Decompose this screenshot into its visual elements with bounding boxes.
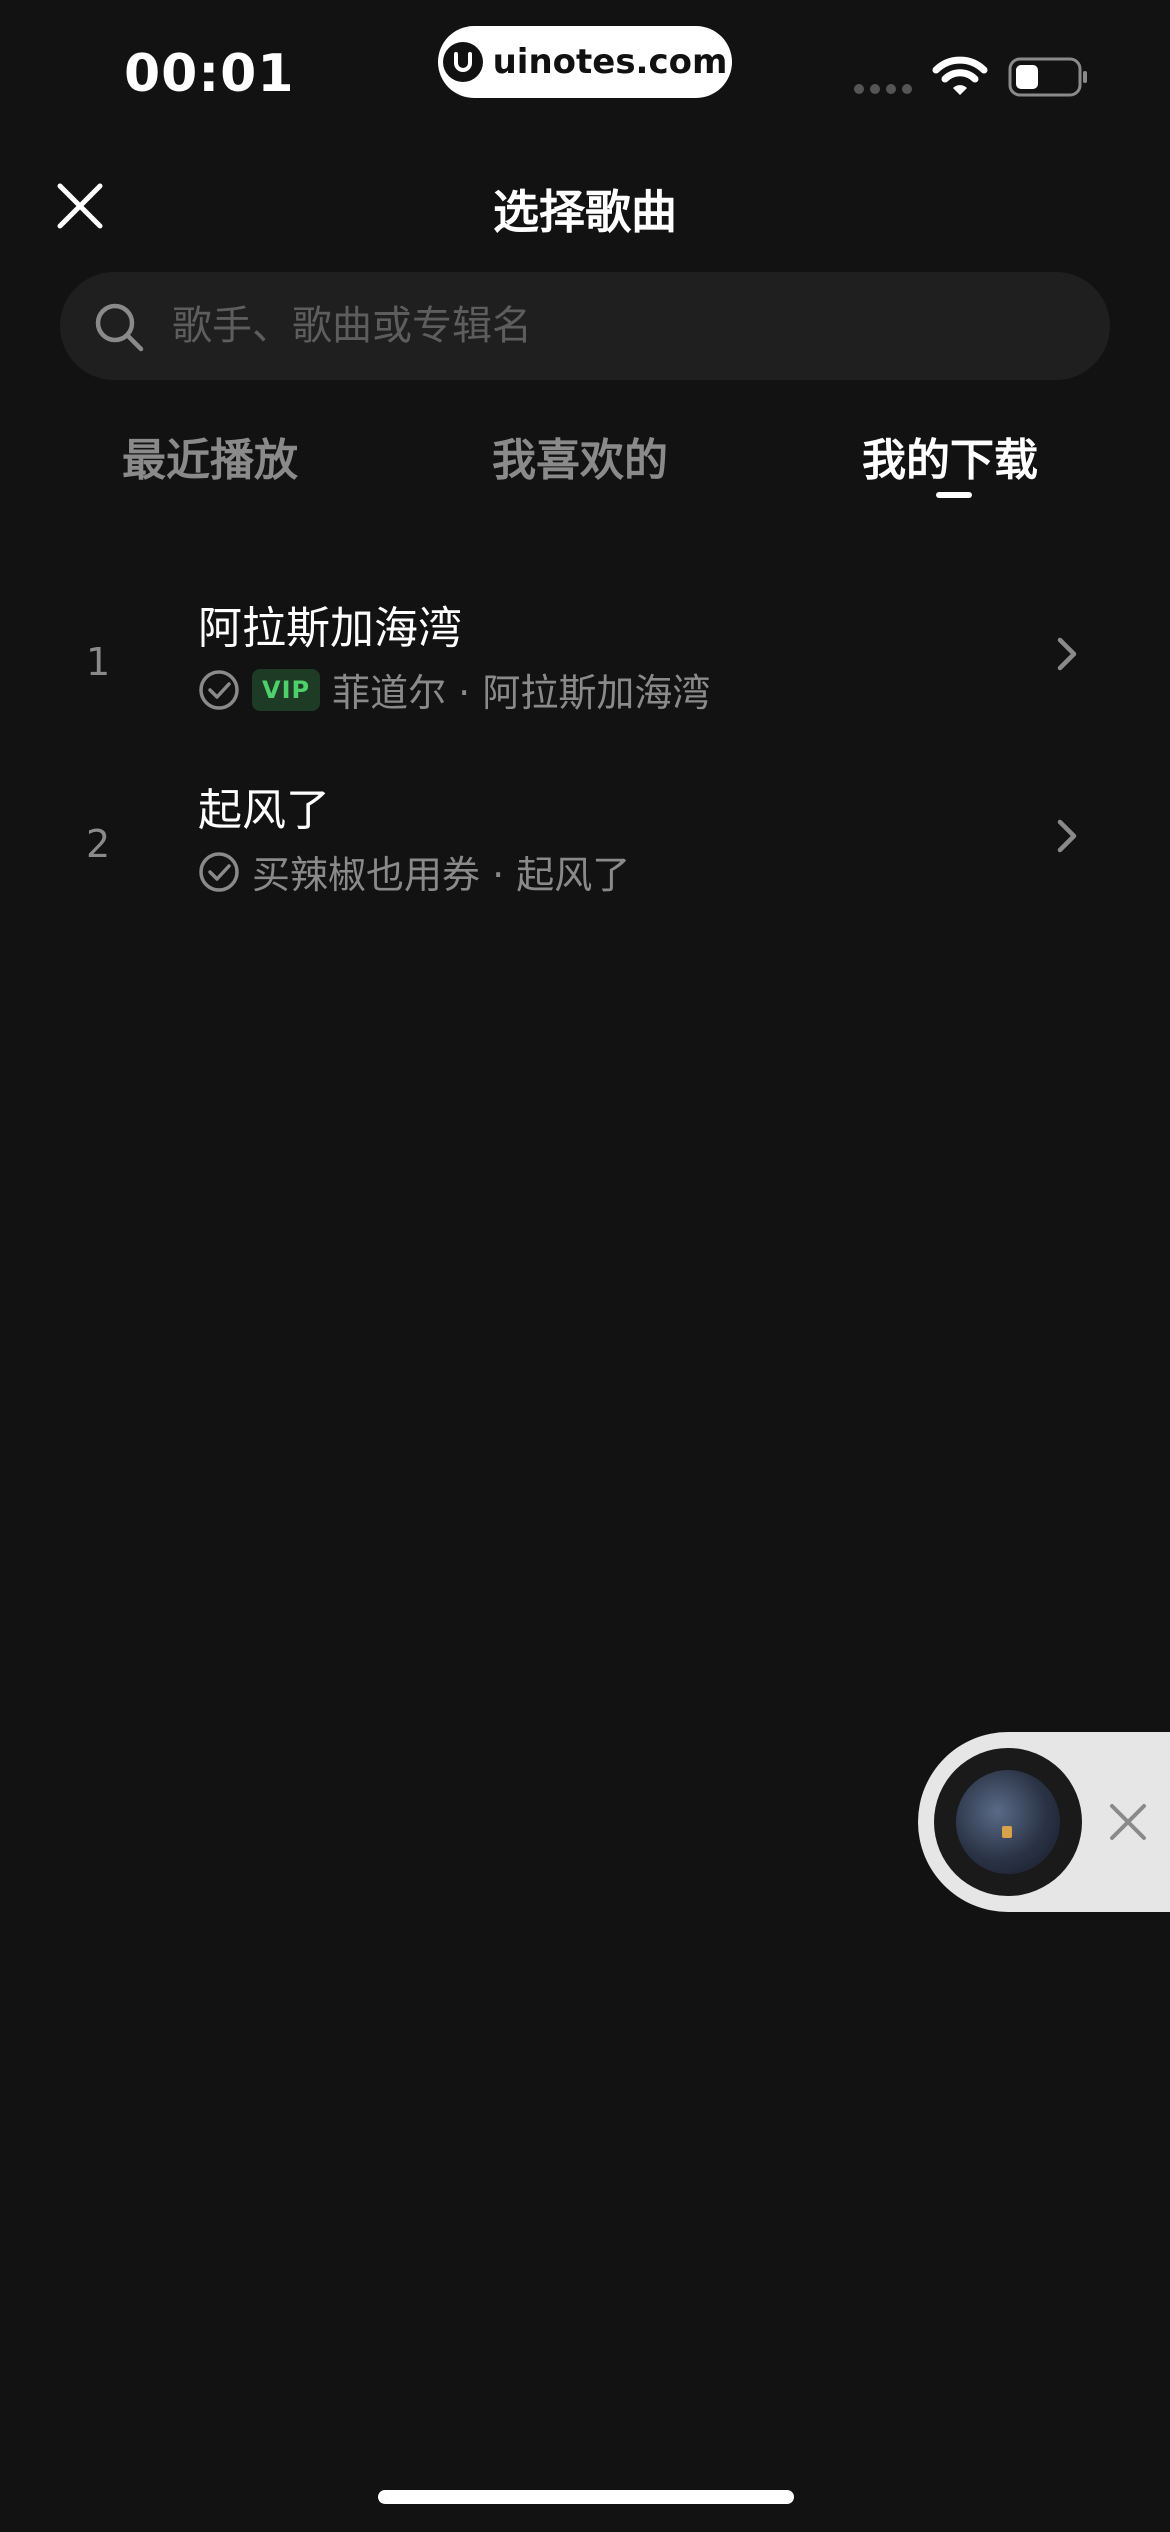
song-meta: 买辣椒也用券 · 起风了 [198,844,630,899]
search-bar[interactable] [60,272,1110,380]
tab-recent-played[interactable]: 最近播放 [122,424,298,488]
chevron-right-icon[interactable] [1050,626,1086,682]
floating-mini-player[interactable] [918,1732,1170,1912]
search-input[interactable] [172,272,1072,380]
song-artist-album: 菲道尔 · 阿拉斯加海湾 [332,671,711,715]
tab-liked[interactable]: 我喜欢的 [492,424,668,488]
active-tab-indicator [936,492,972,498]
tab-my-downloads[interactable]: 我的下载 [862,424,1038,488]
watermark-logo-icon [442,42,483,82]
song-index: 2 [86,822,111,866]
song-title: 起风了 [198,785,330,836]
page-title: 选择歌曲 [493,185,677,239]
vip-badge: VIP [252,668,321,711]
status-time: 00:01 [124,44,295,104]
song-row[interactable]: 1 阿拉斯加海湾 VIP 菲道尔 · 阿拉斯加海湾 [0,592,1170,752]
song-meta: VIP 菲道尔 · 阿拉斯加海湾 [198,662,710,717]
close-icon[interactable] [1104,1798,1152,1846]
chevron-right-icon[interactable] [1050,808,1086,864]
song-index: 1 [86,640,111,684]
song-title: 阿拉斯加海湾 [198,603,462,654]
watermark-text: uinotes.com [492,42,728,82]
downloaded-check-icon [199,669,239,710]
home-indicator [378,2490,794,2504]
song-artist-album: 买辣椒也用券 · 起风了 [252,853,631,897]
downloaded-check-icon [199,851,239,892]
battery-icon [1008,57,1087,97]
album-disc[interactable] [934,1748,1082,1896]
album-art-image [956,1770,1060,1874]
cellular-signal-icon [854,84,912,94]
search-icon [95,303,144,352]
song-row[interactable]: 2 起风了 买辣椒也用券 · 起风了 [0,774,1170,934]
wifi-icon [932,56,988,95]
watermark-badge: uinotes.com [438,26,732,98]
